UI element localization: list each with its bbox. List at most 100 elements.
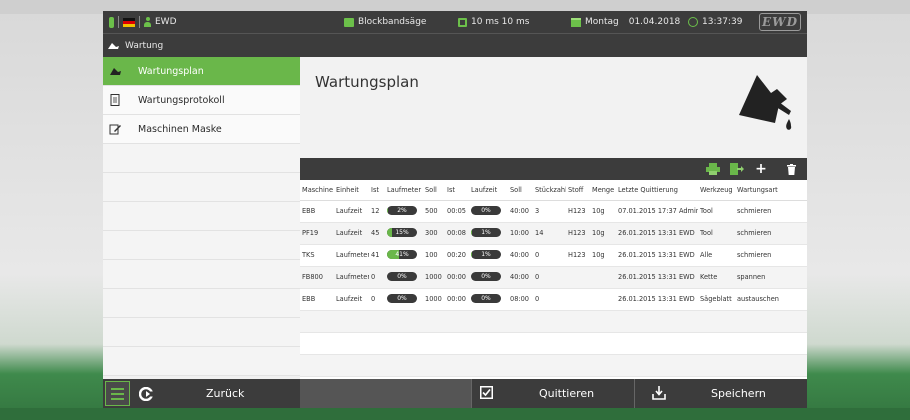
table-row-empty [300,354,807,377]
column-header[interactable]: Maschine [300,180,334,201]
cycle-icon [458,17,467,27]
sidebar-item-label: Wartungsprotokoll [138,94,225,106]
cell-einheit: Laufmeter [334,244,369,267]
cell-menge [590,288,616,311]
ewd-logo: EWD [759,13,801,31]
add-button[interactable]: + [750,158,772,180]
save-button[interactable]: Speichern [634,379,807,408]
machine-status: Blockbandsäge [344,11,426,33]
cell-laufzeit: 1% [469,244,508,267]
divider [118,16,119,28]
sidebar-item-wartungsplan[interactable]: Wartungsplan [103,57,300,86]
quittieren-button[interactable]: Quittieren [471,379,634,408]
table-row[interactable]: EBB Laufzeit 0 0% 1000 00:00 0% 08:00 0 … [300,288,807,311]
progress-label: 0% [481,294,491,302]
german-flag-icon[interactable] [123,17,135,27]
sidebar-empty-row [103,231,300,260]
progress-label: 41% [395,250,409,258]
progress-label: 1% [481,228,491,236]
column-header[interactable]: Menge [590,180,616,201]
cell-soll-zeit: 40:00 [508,244,533,267]
cell-stueckzahl: 14 [533,222,566,245]
sidebar-item-wartungsprotokoll[interactable]: Wartungsprotokoll [103,86,300,115]
column-header[interactable]: Laufzeit [469,180,508,201]
date: 01.04.2018 [628,17,681,27]
app-screen: EWD Blockbandsäge 10 ms 10 ms Montag 01.… [103,11,807,408]
download-icon [652,386,666,400]
export-button[interactable] [726,158,748,180]
sidebar-item-maschinen-maske[interactable]: Maschinen Maske [103,115,300,144]
column-header[interactable]: Laufmeter [385,180,423,201]
cell-einheit: Laufzeit [334,222,369,245]
cell-werkzeug: Kette [698,266,735,289]
quittieren-label: Quittieren [539,387,595,400]
cell-letzte-quittierung: 07.01.2015 17:37 Admin [616,200,698,223]
cell-maschine: EBB [300,200,334,223]
cell-laufmeter: 0% [385,288,423,311]
progress-label: 0% [397,272,407,280]
cell-laufmeter: 15% [385,222,423,245]
column-header[interactable]: Ist [369,180,385,201]
user-name: EWD [155,17,177,27]
print-button[interactable] [702,158,724,180]
cell-ist-zeit: 00:00 [445,288,469,311]
column-header[interactable]: Letzte Quittierung [616,180,698,201]
sidebar-item-label: Wartungsplan [138,65,204,77]
cell-letzte-quittierung: 26.01.2015 13:31 EWD [616,288,698,311]
status-left: EWD [109,11,177,33]
table-row-empty [300,332,807,355]
cell-ist-zeit: 00:20 [445,244,469,267]
table-row[interactable]: PF19 Laufzeit 45 15% 300 00:08 1% 10:00 … [300,222,807,245]
cycle-status: 10 ms 10 ms [458,11,529,33]
column-header[interactable]: Stückzahl [533,180,566,201]
table-row[interactable]: EBB Laufzeit 12 2% 500 00:05 0% 40:00 3 … [300,200,807,223]
column-header[interactable]: Werkzeug [698,180,735,201]
cell-laufzeit: 1% [469,222,508,245]
column-header[interactable]: Wartungsart [735,180,807,201]
laufzeit-progress: 0% [471,271,501,281]
menu-icon [111,397,124,400]
delete-icon [786,163,796,175]
laufmeter-progress: 0% [387,271,417,281]
cell-ist-zeit: 00:00 [445,266,469,289]
cell-stueckzahl: 3 [533,200,566,223]
clock-icon [688,17,698,27]
sidebar: Wartungsplan Wartungsprotokoll Maschinen… [103,57,300,379]
cell-soll-zeit: 40:00 [508,266,533,289]
cell-ist: 0 [369,266,385,289]
cell-menge: 10g [590,200,616,223]
cell-letzte-quittierung: 26.01.2015 13:31 EWD [616,222,698,245]
sidebar-empty-row [103,173,300,202]
column-header[interactable]: Einheit [334,180,369,201]
background-right [807,14,910,420]
table-row[interactable]: TKS Laufmeter 41 41% 100 00:20 1% 40:00 … [300,244,807,267]
progress-label: 0% [481,272,491,280]
laufzeit-progress: 0% [471,293,501,303]
column-header[interactable]: Soll [508,180,533,201]
menu-button[interactable] [105,381,130,406]
cell-soll: 300 [423,222,445,245]
column-header[interactable]: Soll [423,180,445,201]
laufmeter-progress: 2% [387,205,417,215]
cell-soll-zeit: 40:00 [508,200,533,223]
table-row[interactable]: FB800 Laufmeter 0 0% 1000 00:00 0% 40:00… [300,266,807,289]
breadcrumb-label: Wartung [125,40,164,51]
cell-stoff: H123 [566,244,590,267]
column-header[interactable]: Stoff [566,180,590,201]
print-icon [706,163,720,175]
cell-werkzeug: Tool [698,200,735,223]
cell-laufmeter: 41% [385,244,423,267]
cell-soll: 1000 [423,288,445,311]
cell-maschine: PF19 [300,222,334,245]
empty-cell [300,310,807,333]
table-row-empty [300,310,807,333]
maintenance-table: Maschine Einheit Ist Laufmeter Soll Ist … [300,180,807,377]
delete-button[interactable] [780,158,802,180]
back-label: Zurück [206,387,245,400]
cell-wartungsart: schmieren [735,200,807,223]
cell-einheit: Laufmeter [334,266,369,289]
cell-menge: 10g [590,222,616,245]
column-header[interactable]: Ist [445,180,469,201]
laufzeit-progress: 1% [471,249,501,259]
back-button[interactable]: Zurück [133,379,300,408]
